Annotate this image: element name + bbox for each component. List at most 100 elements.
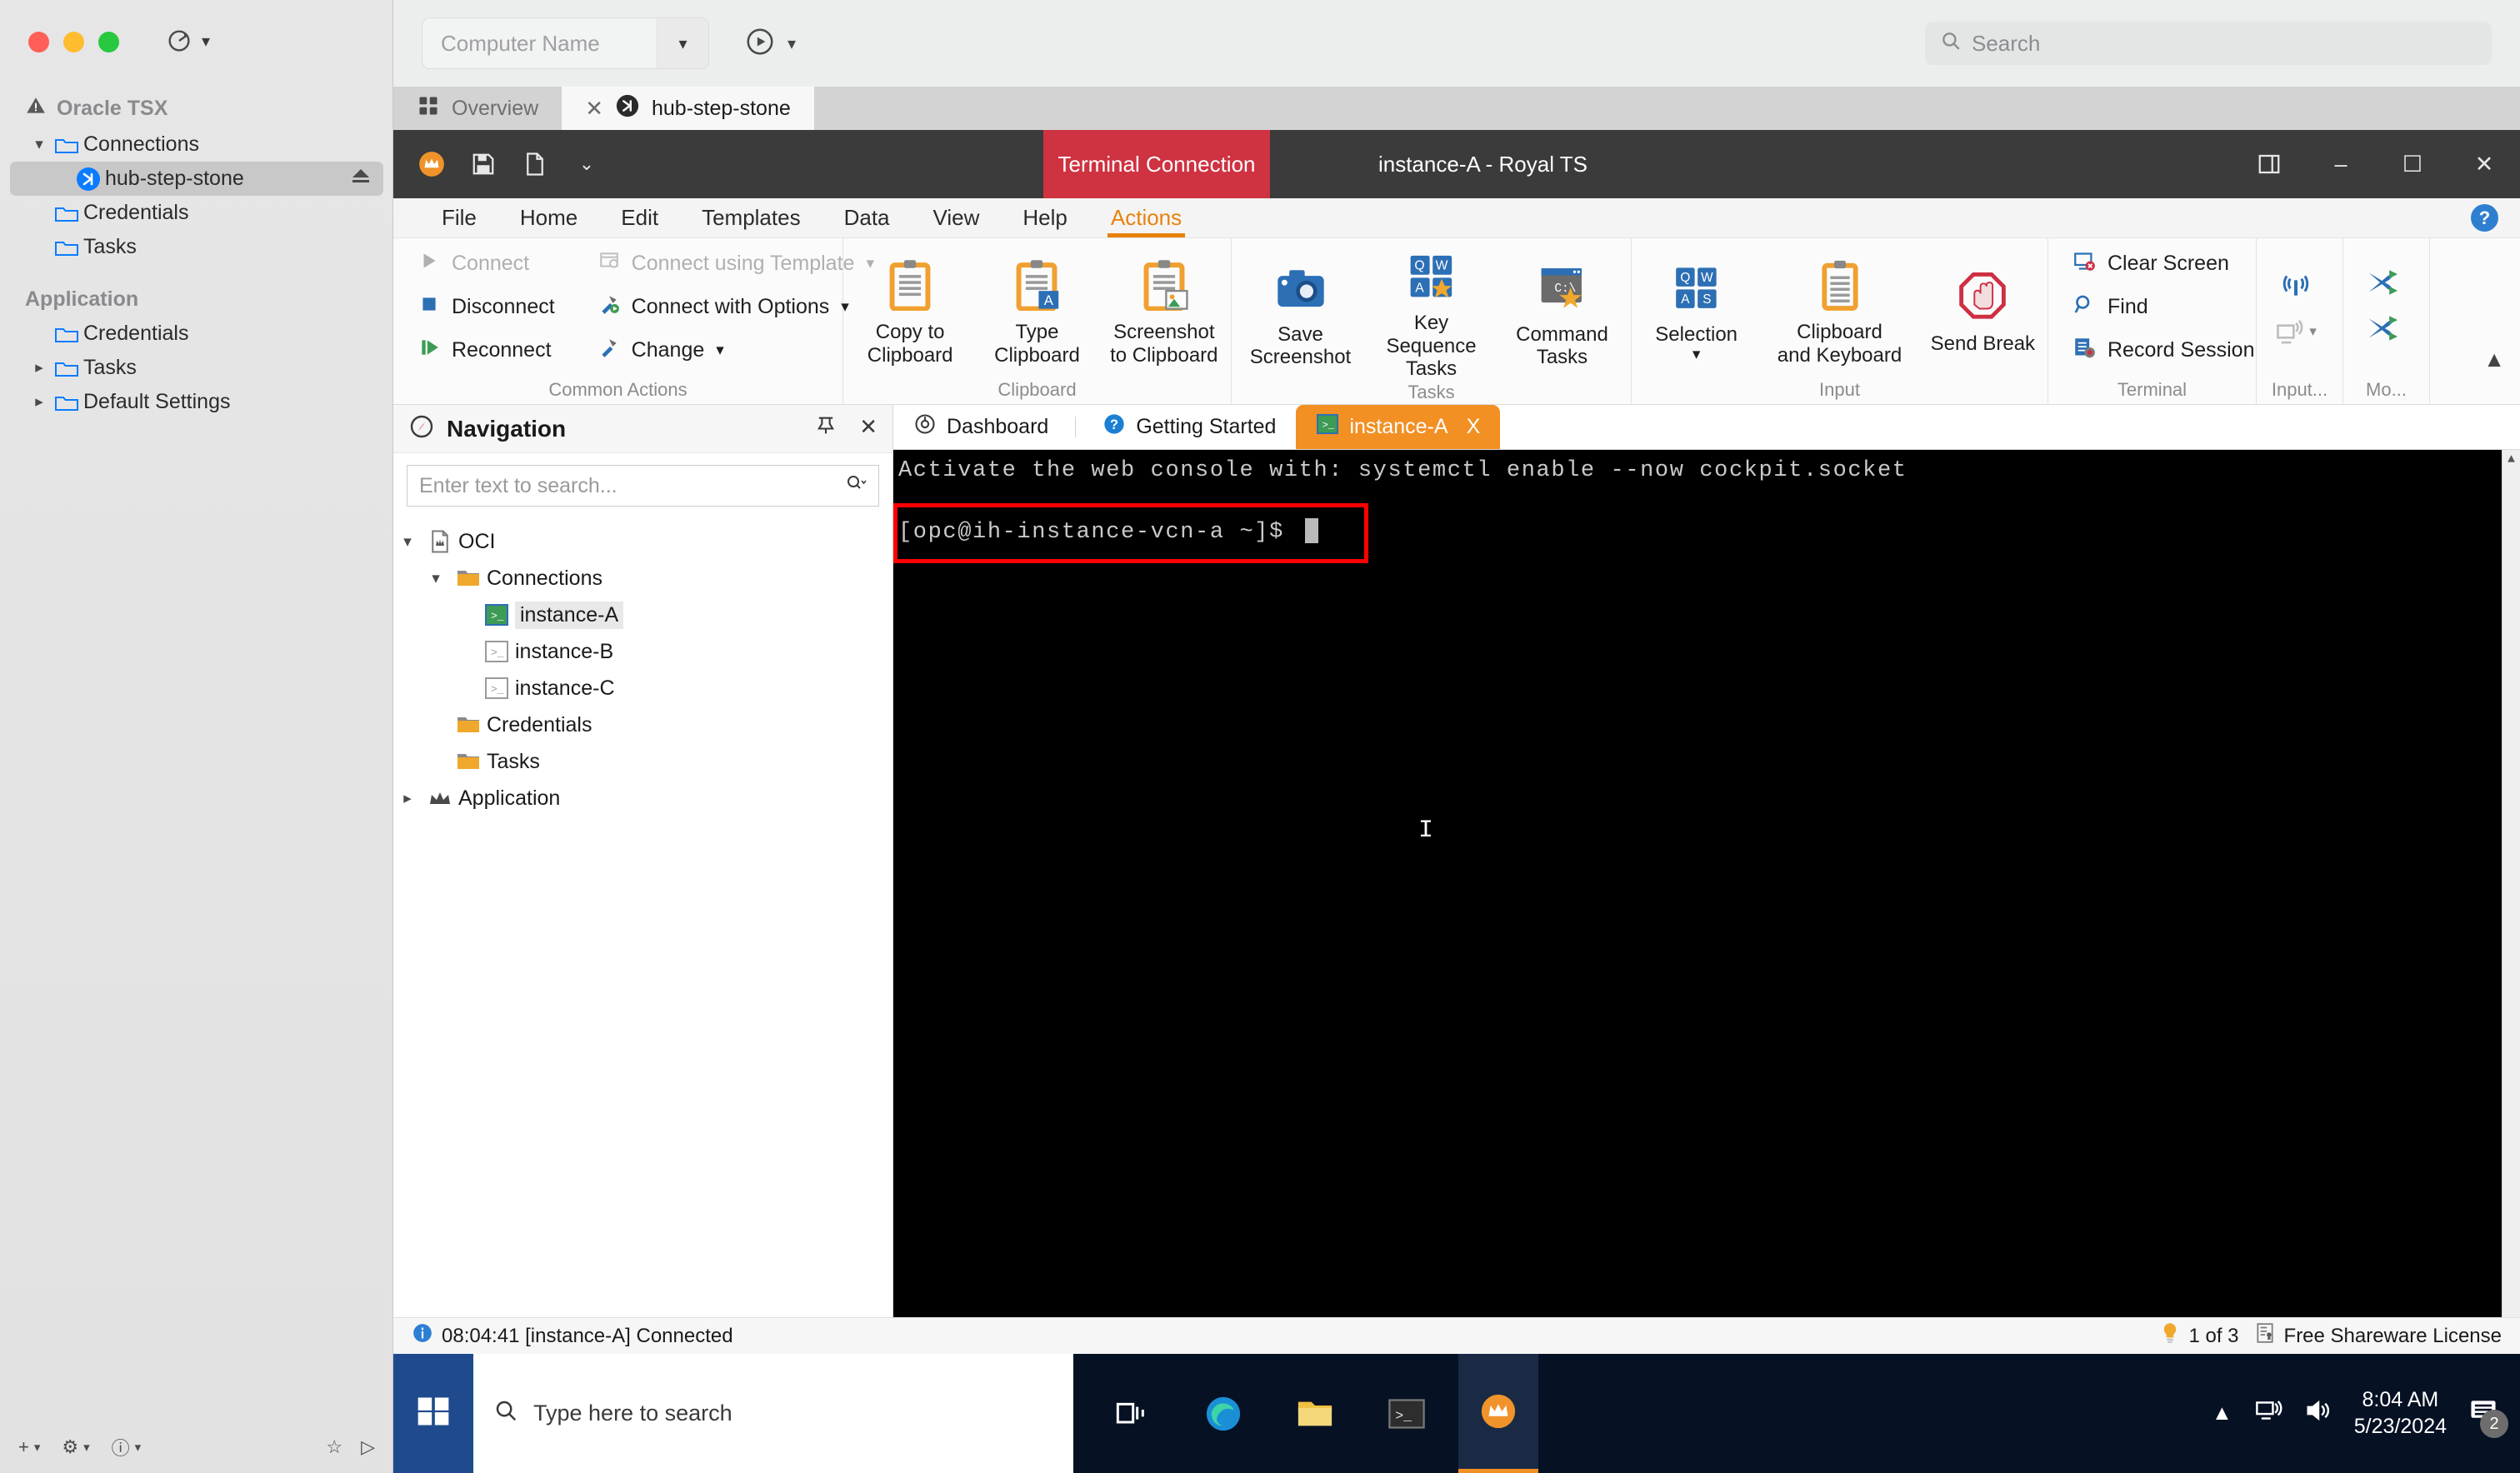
- notification-center-button[interactable]: 2: [2468, 1397, 2508, 1438]
- chevron-down-icon[interactable]: ▾: [716, 341, 724, 360]
- close-icon[interactable]: X: [1467, 415, 1481, 439]
- tree-item-instance-a[interactable]: ▾ >_ instance-A: [393, 597, 892, 633]
- help-circle-icon[interactable]: ⓘ ▾: [112, 1434, 142, 1461]
- terminal-output[interactable]: Activate the web console with: systemctl…: [893, 450, 2520, 1317]
- refresh-dropdown[interactable]: ▾: [165, 27, 210, 55]
- menu-actions[interactable]: Actions: [1089, 198, 1203, 237]
- pin-icon[interactable]: [814, 414, 838, 443]
- chevron-up-icon[interactable]: ▲: [2212, 1401, 2232, 1426]
- sidebar-item-app-tasks[interactable]: ▸ Tasks: [10, 351, 383, 385]
- sidebar-item-connections[interactable]: ▾ Connections: [10, 127, 383, 162]
- tree-item-tasks[interactable]: ▾ Tasks: [393, 743, 892, 780]
- terminal-tab-instance-a[interactable]: >_ instance-A X: [1296, 405, 1501, 449]
- minimize-window-button[interactable]: [63, 32, 84, 52]
- disconnect-button[interactable]: Disconnect: [410, 288, 563, 327]
- royal-crown-icon[interactable]: [415, 147, 448, 181]
- shuffle-icon[interactable]: [2366, 313, 2399, 347]
- sidebar-item-hub-step-stone[interactable]: ▾ hub-step-stone: [10, 162, 383, 196]
- add-plus-icon[interactable]: + ▾: [18, 1436, 40, 1458]
- royalts-icon[interactable]: [1458, 1354, 1538, 1473]
- tree-item-connections[interactable]: ▾ Connections: [393, 560, 892, 597]
- save-icon[interactable]: [467, 147, 500, 181]
- command-tasks-button[interactable]: C:\ Command Tasks: [1500, 250, 1625, 369]
- close-icon[interactable]: ✕: [859, 414, 878, 443]
- minimize-icon[interactable]: –: [2305, 130, 2377, 198]
- shuffle-icon[interactable]: [2366, 267, 2399, 302]
- file-explorer-icon[interactable]: [1275, 1354, 1355, 1473]
- sidebar-item-credentials[interactable]: ▾ Credentials: [10, 196, 383, 230]
- tab-hub-step-stone[interactable]: ✕ hub-step-stone: [562, 87, 814, 130]
- network-icon[interactable]: [2254, 1398, 2282, 1429]
- window-traffic-lights[interactable]: [28, 32, 119, 52]
- connect-with-options-button[interactable]: Connect with Options ▾: [590, 288, 882, 327]
- type-clipboard-button[interactable]: A Type Clipboard: [974, 247, 1099, 367]
- chevron-down-icon[interactable]: ▾: [657, 18, 708, 68]
- screenshot-to-clipboard-button[interactable]: Screenshot to Clipboard: [1102, 247, 1227, 367]
- menu-templates[interactable]: Templates: [680, 198, 822, 237]
- play-outline-icon[interactable]: ▷: [361, 1436, 375, 1458]
- chevron-down-icon[interactable]: ▾: [1692, 346, 1701, 364]
- menu-file[interactable]: File: [420, 198, 498, 237]
- sidebar-item-tasks[interactable]: ▾ Tasks: [10, 230, 383, 264]
- change-button[interactable]: Change ▾: [590, 332, 882, 370]
- edge-browser-icon[interactable]: [1183, 1354, 1263, 1473]
- macos-search-field[interactable]: Search: [1925, 22, 2492, 65]
- screen-broadcast-icon[interactable]: ▾: [2275, 318, 2317, 345]
- clear-screen-button[interactable]: Clear Screen: [2065, 245, 2262, 283]
- tab-overview[interactable]: Overview: [393, 87, 562, 130]
- menu-home[interactable]: Home: [498, 198, 599, 237]
- task-view-icon[interactable]: [1092, 1354, 1172, 1473]
- chevron-down-icon[interactable]: ▾: [28, 135, 50, 154]
- sidebar-item-default-settings[interactable]: ▸ Default Settings: [10, 385, 383, 419]
- computer-name-input[interactable]: Computer Name: [422, 31, 600, 57]
- taskbar-clock[interactable]: 8:04 AM 5/23/2024: [2354, 1387, 2447, 1440]
- taskbar-search-box[interactable]: Type here to search: [473, 1354, 1073, 1473]
- tree-item-application[interactable]: ▸ Application: [393, 780, 892, 816]
- chevron-down-icon[interactable]: ▾: [393, 532, 422, 552]
- connect-button[interactable]: Connect: [410, 245, 563, 283]
- menu-data[interactable]: Data: [822, 198, 912, 237]
- tree-item-oci[interactable]: ▾ OCI: [393, 523, 892, 560]
- help-button[interactable]: ?: [2471, 198, 2498, 237]
- gear-icon[interactable]: ⚙ ▾: [62, 1436, 89, 1458]
- selection-button[interactable]: QWAS Selection ▾: [1635, 250, 1758, 364]
- maximize-icon[interactable]: ☐: [2377, 130, 2448, 198]
- customize-chevron-icon[interactable]: ⌄: [570, 147, 603, 181]
- chevron-down-icon[interactable]: ▾: [202, 31, 210, 52]
- terminal-tab-dashboard[interactable]: Dashboard: [893, 405, 1068, 449]
- sidebar-item-app-credentials[interactable]: ▾ Credentials: [10, 317, 383, 351]
- tree-item-credentials[interactable]: ▾ Credentials: [393, 707, 892, 743]
- refresh-icon[interactable]: [165, 27, 193, 55]
- maximize-window-button[interactable]: [98, 32, 119, 52]
- play-icon[interactable]: [744, 26, 776, 62]
- chevron-down-icon[interactable]: ▾: [422, 569, 450, 588]
- chevron-right-icon[interactable]: ▸: [393, 789, 422, 808]
- star-icon[interactable]: ☆: [326, 1436, 342, 1458]
- chevron-right-icon[interactable]: ▸: [28, 358, 50, 377]
- record-session-button[interactable]: Record Session: [2065, 332, 2262, 370]
- chevron-up-icon[interactable]: ▲: [2483, 347, 2505, 372]
- computer-name-combobox[interactable]: Computer Name ▾: [422, 17, 709, 69]
- tree-item-instance-b[interactable]: ▾ >_ instance-B: [393, 633, 892, 670]
- close-icon[interactable]: ✕: [585, 96, 603, 122]
- tree-item-instance-c[interactable]: ▾ >_ instance-C: [393, 670, 892, 707]
- new-document-icon[interactable]: [518, 147, 552, 181]
- close-icon[interactable]: ✕: [2448, 130, 2520, 198]
- copy-to-clipboard-button[interactable]: Copy to Clipboard: [848, 247, 972, 367]
- navigation-search-input[interactable]: Enter text to search...: [407, 465, 879, 507]
- reconnect-button[interactable]: Reconnect: [410, 332, 563, 370]
- broadcast-icon[interactable]: [2279, 269, 2312, 307]
- key-sequence-tasks-button[interactable]: QWA Key Sequence Tasks: [1369, 238, 1494, 381]
- menu-view[interactable]: View: [912, 198, 1002, 237]
- chevron-right-icon[interactable]: ▸: [28, 392, 50, 412]
- help-icon[interactable]: ?: [2471, 204, 2498, 232]
- find-button[interactable]: Find: [2065, 288, 2262, 327]
- eject-icon[interactable]: [350, 167, 372, 191]
- send-break-button[interactable]: Send Break: [1922, 259, 2044, 356]
- terminal-tab-getting-started[interactable]: ? Getting Started: [1082, 405, 1296, 449]
- start-button[interactable]: [393, 1354, 473, 1473]
- terminal-icon[interactable]: >_: [1367, 1354, 1447, 1473]
- scroll-up-icon[interactable]: ▲: [2502, 450, 2520, 468]
- save-screenshot-button[interactable]: Save Screenshot: [1238, 250, 1363, 369]
- search-dropdown-icon[interactable]: [845, 473, 867, 499]
